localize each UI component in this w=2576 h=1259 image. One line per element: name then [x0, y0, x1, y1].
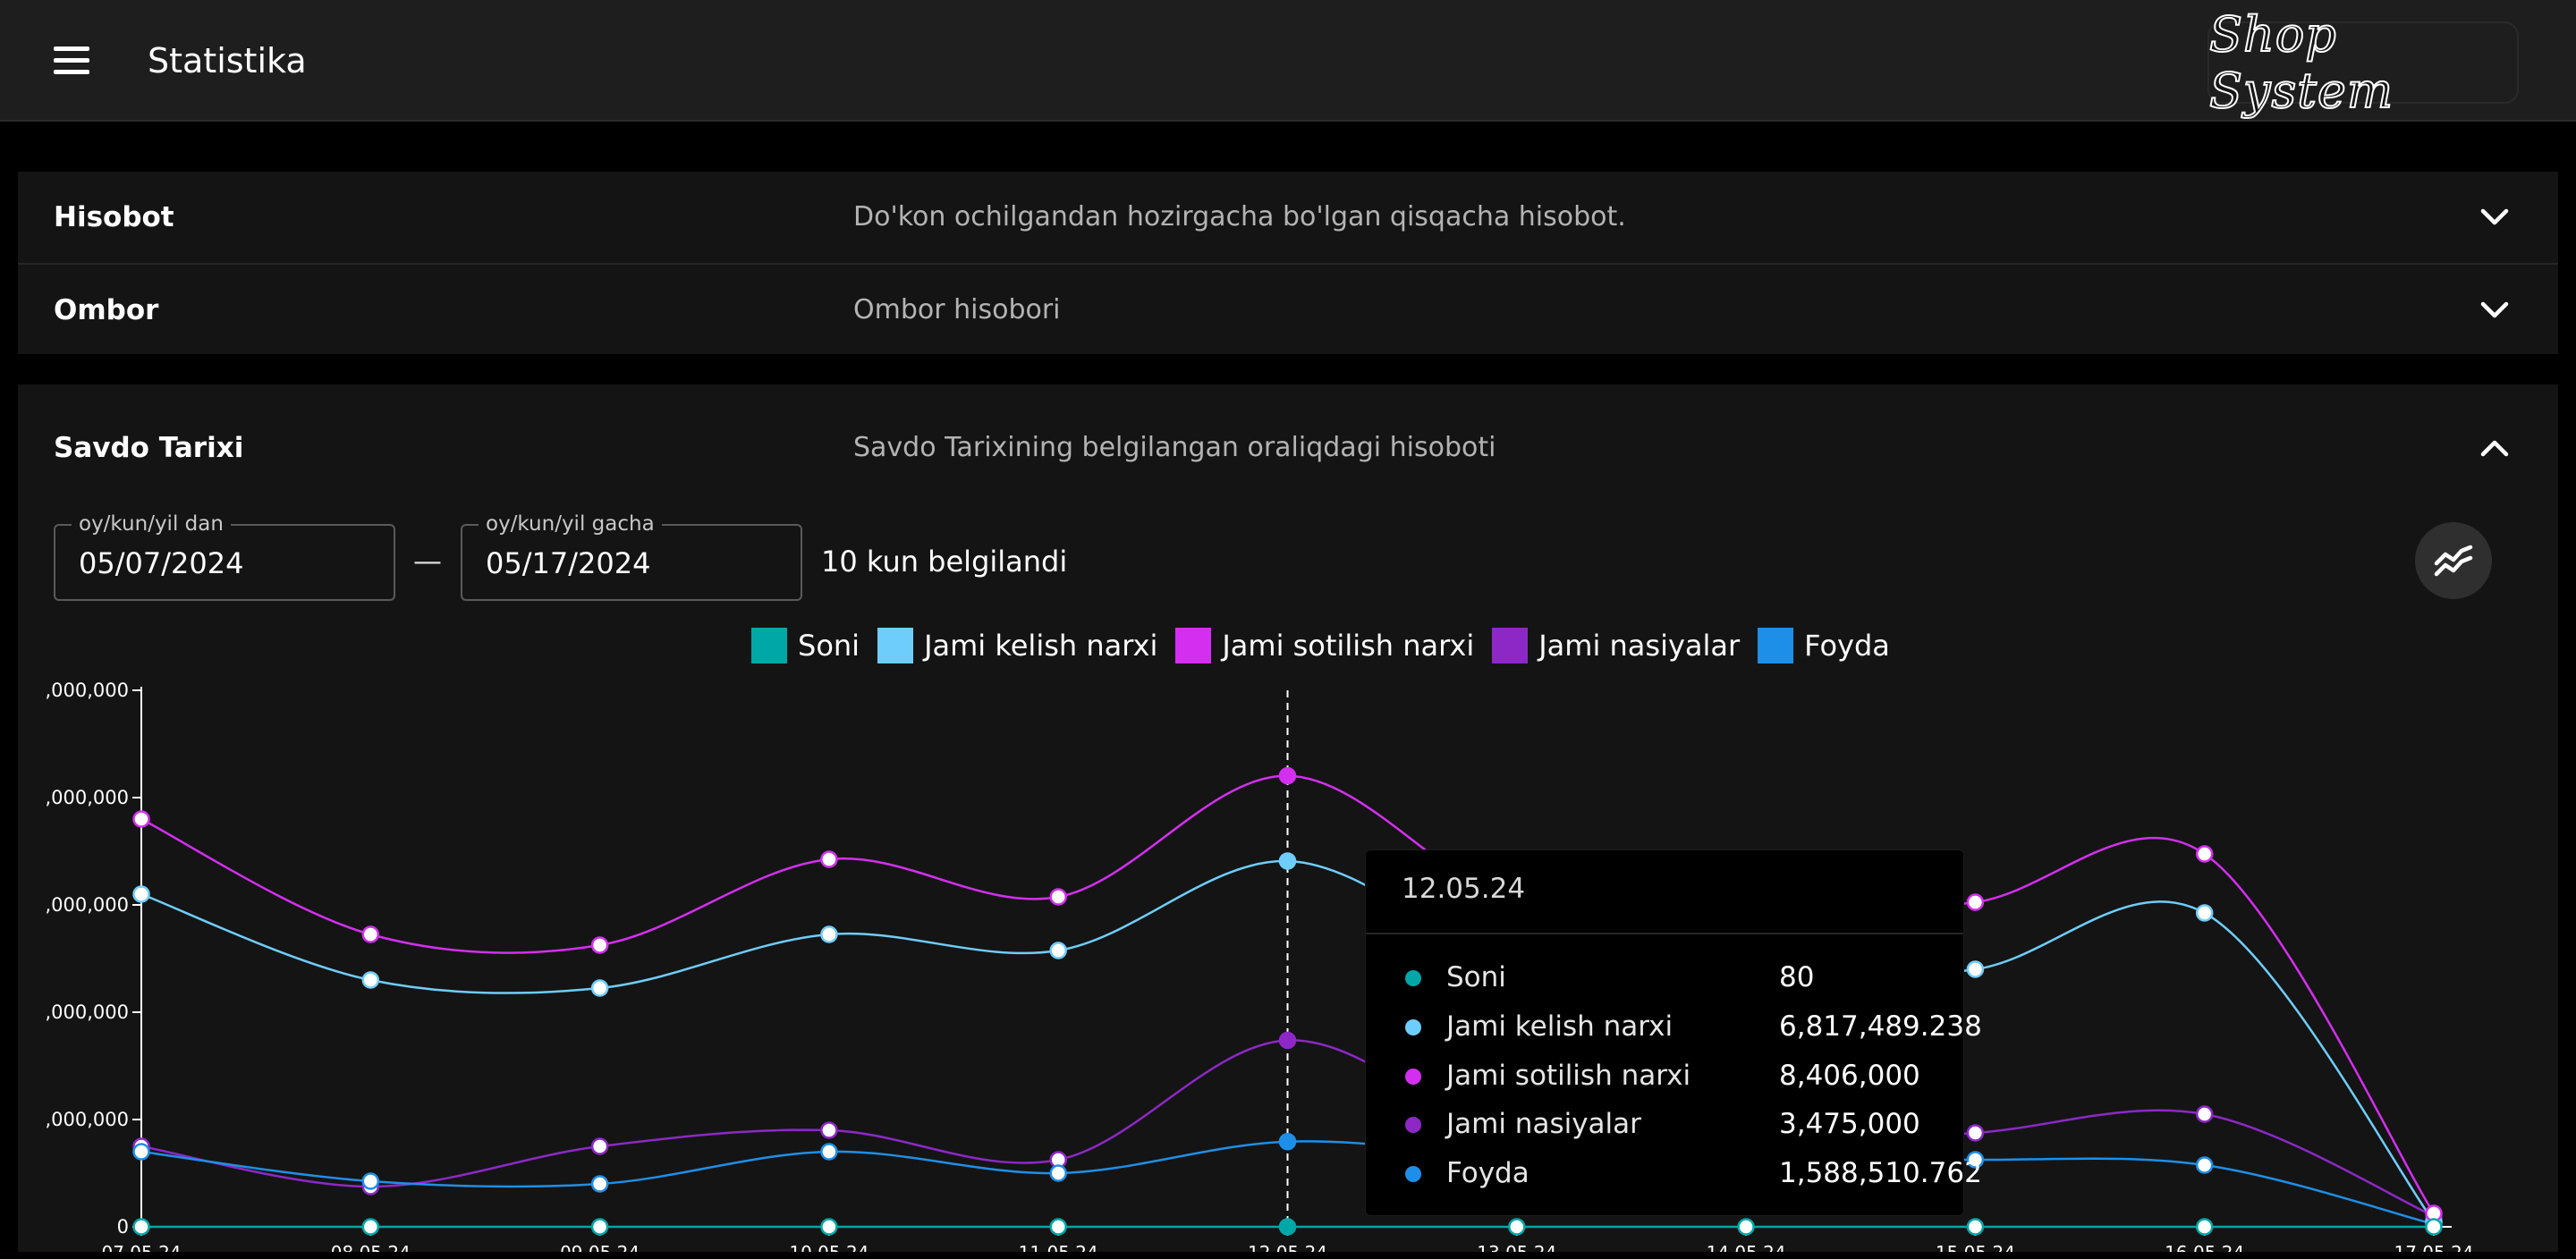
- legend-swatch-jami-sotilish-narxi: [1175, 628, 1212, 663]
- tooltip-value: 6,817,489.238: [1779, 1010, 1982, 1043]
- tooltip-dot-jami-nasiyalar: [1405, 1117, 1421, 1133]
- accordion-hisobot-description: Do'kon ochilgandan hozirgacha bo'lgan qi…: [853, 201, 1626, 232]
- legend-swatch-foyda: [1758, 628, 1794, 663]
- legend-label-foyda: Foyda: [1804, 629, 1890, 663]
- accordion-ombor-title: Ombor: [54, 294, 159, 326]
- legend-item-soni[interactable]: Soni: [751, 626, 860, 665]
- chevron-up-icon[interactable]: [2479, 436, 2510, 460]
- tooltip-value: 1,588,510.762: [1779, 1157, 1982, 1189]
- date-to-label: oy/kun/yil gacha: [479, 511, 662, 537]
- legend-item-jami-nasiyalar[interactable]: Jami nasiyalar: [1492, 626, 1740, 665]
- legend-label-jami-sotilish-narxi: Jami sotilish narxi: [1222, 629, 1475, 663]
- tooltip-row-jami-sotilish-narxi: Jami sotilish narxi 8,406,000: [1402, 1058, 1938, 1094]
- accordion-savdo-title: Savdo Tarixi: [54, 432, 244, 464]
- date-from-label: oy/kun/yil dan: [72, 511, 231, 537]
- chevron-down-icon[interactable]: [2479, 299, 2510, 322]
- page-title: Statistika: [148, 41, 307, 80]
- accordion-ombor[interactable]: Ombor Ombor hisobori: [18, 265, 2558, 356]
- tooltip-label: Jami sotilish narxi: [1446, 1060, 1691, 1092]
- tooltip-dot-jami-kelish-narxi: [1405, 1019, 1421, 1035]
- date-range-separator: —: [413, 544, 442, 578]
- legend-label-soni: Soni: [798, 629, 860, 663]
- chart-legend: Soni Jami kelish narxi Jami sotilish nar…: [751, 626, 1908, 665]
- accordion-savdo-header[interactable]: Savdo Tarixi Savdo Tarixining belgilanga…: [18, 402, 2558, 494]
- tooltip-value: 80: [1779, 961, 1815, 993]
- tooltip-value: 3,475,000: [1779, 1108, 1920, 1140]
- tooltip-label: Jami kelish narxi: [1446, 1010, 1674, 1043]
- tooltip-dot-jami-sotilish-narxi: [1405, 1069, 1421, 1085]
- tooltip-label: Foyda: [1446, 1157, 1530, 1189]
- tooltip-row-jami-kelish-narxi: Jami kelish narxi 6,817,489.238: [1402, 1009, 1982, 1044]
- bottom-edge: [0, 1252, 2576, 1259]
- tooltip-row-foyda: Foyda 1,588,510.762: [1402, 1155, 1982, 1191]
- chart-line-icon: [2434, 545, 2473, 577]
- legend-item-jami-kelish-narxi[interactable]: Jami kelish narxi: [877, 626, 1157, 665]
- tooltip-date: 12.05.24: [1402, 873, 1526, 905]
- accordion-hisobot[interactable]: Hisobot Do'kon ochilgandan hozirgacha bo…: [18, 172, 2558, 263]
- tooltip-dot-foyda: [1405, 1166, 1421, 1182]
- legend-swatch-jami-nasiyalar: [1492, 628, 1529, 663]
- date-to-value: 05/17/2024: [486, 546, 651, 580]
- tooltip-label: Soni: [1446, 961, 1506, 993]
- legend-swatch-soni: [751, 628, 787, 663]
- date-from-field[interactable]: oy/kun/yil dan 05/07/2024: [54, 511, 395, 601]
- accordion-savdo-description: Savdo Tarixining belgilangan oraliqdagi …: [853, 432, 1496, 463]
- accordion-group-top: Hisobot Do'kon ochilgandan hozirgacha bo…: [18, 172, 2558, 354]
- logo[interactable]: Shop System: [2207, 5, 2519, 120]
- app-bar: Statistika Shop System: [0, 0, 2576, 122]
- date-to-field[interactable]: oy/kun/yil gacha 05/17/2024: [461, 511, 802, 601]
- tooltip-row-jami-nasiyalar: Jami nasiyalar 3,475,000: [1402, 1106, 1938, 1142]
- chart-tooltip: 12.05.24 Soni 80 Jami kelish narxi 6,817…: [1365, 849, 1982, 1216]
- chevron-down-icon[interactable]: [2479, 206, 2510, 229]
- legend-label-jami-nasiyalar: Jami nasiyalar: [1538, 629, 1741, 663]
- accordion-savdo-tarixi: Savdo Tarixi Savdo Tarixining belgilanga…: [18, 384, 2558, 1259]
- days-selected-label: 10 kun belgilandi: [821, 545, 1068, 579]
- date-from-value: 05/07/2024: [79, 546, 244, 580]
- legend-label-jami-kelish-narxi: Jami kelish narxi: [924, 629, 1158, 663]
- legend-swatch-jami-kelish-narxi: [877, 628, 914, 663]
- accordion-hisobot-title: Hisobot: [54, 201, 174, 233]
- accordion-ombor-description: Ombor hisobori: [853, 294, 1061, 325]
- tooltip-value: 8,406,000: [1779, 1060, 1920, 1092]
- hamburger-menu-icon[interactable]: [47, 39, 97, 82]
- tooltip-dot-soni: [1405, 970, 1421, 986]
- legend-item-jami-sotilish-narxi[interactable]: Jami sotilish narxi: [1175, 626, 1474, 665]
- tooltip-divider: [1366, 933, 1963, 934]
- tooltip-row-soni: Soni 80: [1402, 959, 1938, 995]
- tooltip-label: Jami nasiyalar: [1446, 1108, 1641, 1140]
- chart-toggle-button[interactable]: [2415, 522, 2492, 599]
- legend-item-foyda[interactable]: Foyda: [1758, 626, 1890, 665]
